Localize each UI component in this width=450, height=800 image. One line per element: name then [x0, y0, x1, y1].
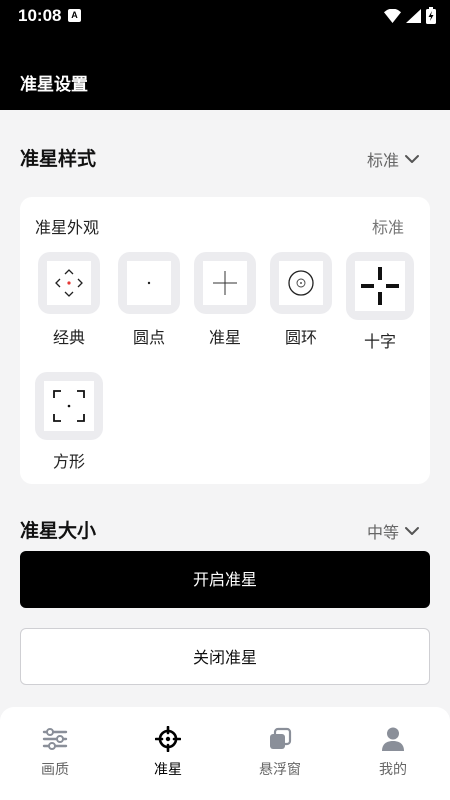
cross-crosshair-icon — [213, 271, 237, 295]
dot-crosshair-icon — [147, 281, 151, 285]
crosshair-option-label: 准星 — [208, 328, 241, 347]
crosshair-icon — [155, 726, 181, 752]
nav-label: 悬浮窗 — [259, 762, 301, 778]
card-title: 准星外观 — [35, 218, 100, 237]
crosshair-option-label: 十字 — [363, 332, 396, 351]
chevron-down-icon — [405, 527, 419, 535]
crosshair-size-dropdown[interactable]: 中等 — [367, 519, 420, 543]
crosshair-size-title: 准星大小 — [20, 520, 97, 542]
page-title: 准星设置 — [20, 75, 88, 95]
nav-item-crosshair[interactable]: 准星 — [123, 725, 213, 779]
status-time: 10:08 — [18, 6, 62, 25]
crosshair-option-classic[interactable]: 经典 — [35, 252, 103, 348]
chevron-down-icon — [405, 155, 419, 163]
crosshair-appearance-card: 准星外观 标准 经典 圆点 准星 圆环 十字 方形 — [20, 197, 430, 484]
wifi-icon — [384, 8, 401, 23]
card-value: 标准 — [371, 218, 404, 237]
nav-item-profile[interactable]: 我的 — [348, 725, 438, 779]
crosshair-option-dot[interactable]: 圆点 — [115, 252, 183, 348]
battery-charging-icon — [426, 7, 436, 24]
crosshair-size-value: 中等 — [366, 523, 399, 542]
floating-window-icon — [270, 727, 292, 749]
classic-crosshair-icon — [55, 269, 83, 297]
enable-crosshair-button[interactable]: 开启准星 — [20, 551, 430, 608]
nav-label: 我的 — [379, 762, 407, 778]
plus-crosshair-icon — [361, 267, 399, 305]
sliders-icon — [42, 728, 68, 750]
crosshair-style-title: 准星样式 — [20, 148, 97, 170]
signal-icon — [406, 8, 421, 23]
bottom-nav: 画质 准星 悬浮窗 我的 — [0, 707, 450, 800]
crosshair-option-label: 圆环 — [284, 328, 317, 347]
crosshair-style-value: 标准 — [366, 151, 399, 170]
crosshair-style-dropdown[interactable]: 标准 — [367, 147, 420, 171]
crosshair-option-label: 经典 — [52, 328, 85, 347]
ring-crosshair-icon — [288, 270, 314, 296]
crosshair-option-ring[interactable]: 圆环 — [267, 252, 335, 348]
disable-crosshair-button[interactable]: 关闭准星 — [20, 628, 430, 685]
nav-label: 画质 — [41, 762, 69, 778]
crosshair-option-cross[interactable]: 准星 — [191, 252, 259, 348]
square-crosshair-icon — [53, 390, 85, 422]
status-bar: 10:08 A — [0, 0, 450, 32]
nav-item-floating-window[interactable]: 悬浮窗 — [235, 725, 325, 779]
app-bar: 准星设置 — [0, 32, 450, 110]
crosshair-option-label: 圆点 — [132, 328, 165, 347]
crosshair-option-square[interactable]: 方形 — [35, 372, 103, 472]
nav-label: 准星 — [154, 762, 182, 778]
crosshair-option-label: 方形 — [52, 452, 85, 471]
person-icon — [382, 727, 404, 751]
nav-item-quality[interactable]: 画质 — [10, 725, 100, 779]
crosshair-option-plus[interactable]: 十字 — [346, 252, 414, 352]
notification-icon: A — [68, 9, 81, 22]
